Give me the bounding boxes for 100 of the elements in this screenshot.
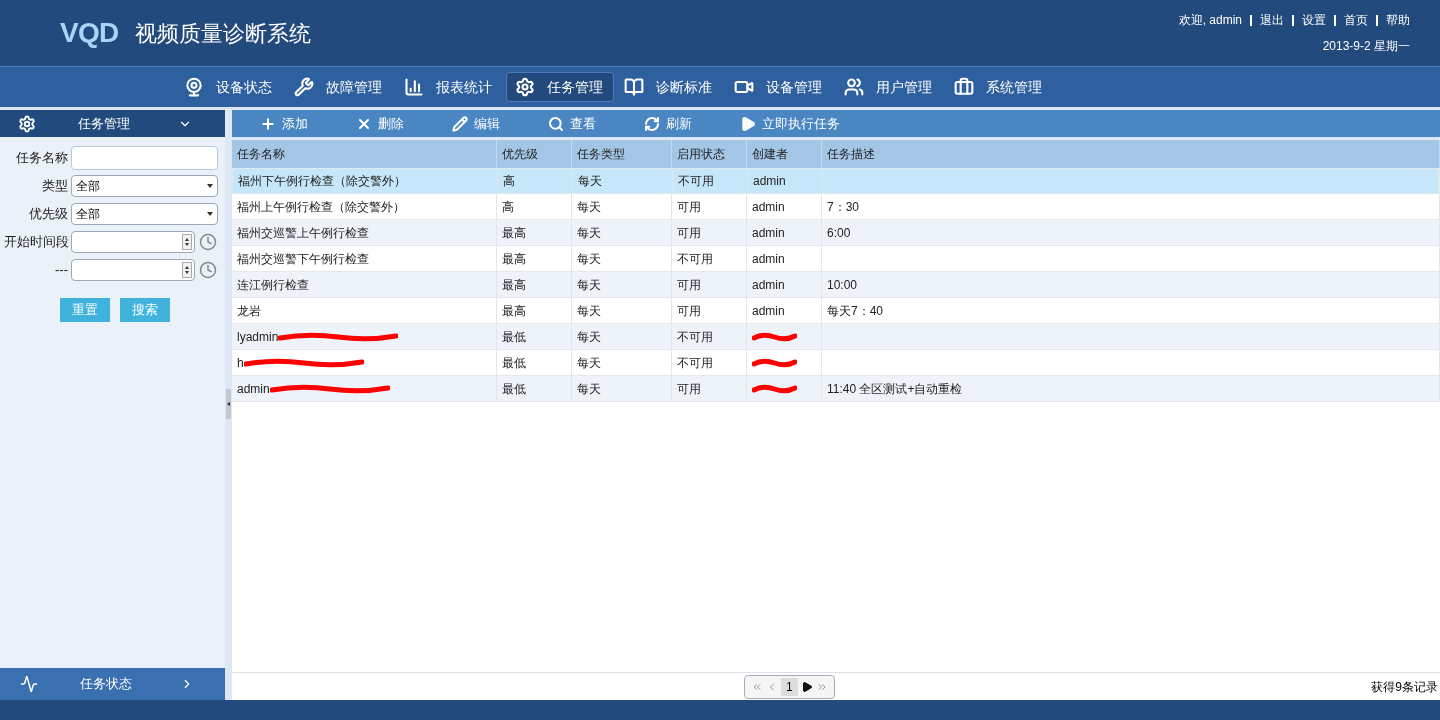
table-cell-text: 最高 xyxy=(502,224,526,242)
page-number[interactable]: 1 xyxy=(781,677,798,696)
field-label: 任务名称 xyxy=(15,149,68,168)
sidebar-footer[interactable]: 任务状态 xyxy=(0,668,225,700)
nav-tab[interactable]: 任务管理 xyxy=(506,72,614,102)
field-label: --- xyxy=(54,261,68,280)
table-cell-text: admin xyxy=(752,276,785,294)
gear-icon xyxy=(515,77,535,97)
wrench-icon xyxy=(294,77,314,97)
caret-icon xyxy=(207,212,213,216)
nav-tab[interactable]: 报表统计 xyxy=(396,72,504,102)
table-cell-text: 高 xyxy=(502,198,514,216)
redaction-mark xyxy=(752,357,797,368)
field-label: 开始时间段 xyxy=(4,233,68,252)
table-cell-text: 6:00 xyxy=(827,224,851,242)
table-cell-text: 每天 xyxy=(577,354,601,372)
table-row[interactable]: 福州交巡警上午例行检查 最高 每天 可用 admin 6:00 xyxy=(232,220,1440,246)
nav-tab[interactable]: 诊断标准 xyxy=(616,72,724,102)
nav-tab[interactable]: 用户管理 xyxy=(836,72,944,102)
briefcase-icon xyxy=(954,77,974,97)
refresh-icon xyxy=(644,115,660,132)
clock-icon[interactable] xyxy=(199,261,217,279)
table-row[interactable]: 福州下午例行检查（除交警外） 高 每天 不可用 admin xyxy=(232,168,1440,194)
table-cell-text: 10:00 xyxy=(827,276,858,294)
table-cell-text: 最低 xyxy=(502,354,526,372)
table-cell-text: 每天 xyxy=(578,173,602,190)
table-cell-text: 每天 xyxy=(577,224,601,242)
table-cell-text: admin xyxy=(752,302,785,320)
toolbar-button[interactable]: 刷新 xyxy=(644,113,692,134)
nav-tab[interactable]: 设备状态 xyxy=(176,72,284,102)
toolbar-button[interactable]: 编辑 xyxy=(452,113,500,134)
webcam-icon xyxy=(184,77,204,97)
play-icon xyxy=(740,115,756,132)
nav-tab[interactable]: 系统管理 xyxy=(946,72,1054,102)
header-link[interactable]: 退出 xyxy=(1260,11,1284,29)
date-text: 2013-9-2 星期一 xyxy=(1322,38,1410,55)
table-row[interactable]: admin 最低 每天 可用 11:40 全区测试+自动重检 xyxy=(232,376,1440,402)
dropdown[interactable]: 全部 xyxy=(71,203,218,225)
table-row[interactable]: 福州上午例行检查（除交警外） 高 每天 可用 admin 7：30 xyxy=(232,194,1440,220)
header-link[interactable]: 设置 xyxy=(1302,11,1326,29)
table-cell-text: 不可用 xyxy=(677,250,713,268)
input-field[interactable] xyxy=(71,146,218,170)
table-cell-text: 每天 xyxy=(577,250,601,268)
spinner-icon xyxy=(182,262,192,278)
toolbar-button[interactable]: 添加 xyxy=(260,113,308,134)
table-cell-text: 最低 xyxy=(502,380,526,398)
table-cell-text: admin xyxy=(237,380,270,398)
clock-icon[interactable] xyxy=(199,233,217,251)
pencil-icon xyxy=(452,115,468,132)
sidebar-header[interactable]: 任务管理 xyxy=(0,110,225,137)
header-link[interactable]: 欢迎, admin xyxy=(1178,11,1242,29)
nav-tab[interactable]: 设备管理 xyxy=(726,72,834,102)
table-cell-text: 每天 xyxy=(577,198,601,216)
table-cell-text: admin xyxy=(752,198,785,216)
table-cell-text: 最高 xyxy=(502,302,526,320)
redaction-mark xyxy=(752,383,797,394)
table-cell-text: 可用 xyxy=(677,380,701,398)
table-cell-text: 最高 xyxy=(502,276,526,294)
table-cell-text: 最高 xyxy=(502,250,526,268)
table-cell-text: 可用 xyxy=(677,198,701,216)
toolbar-button[interactable]: 查看 xyxy=(548,113,596,134)
table-cell-text: 高 xyxy=(503,173,515,190)
table-cell-text: 每天 xyxy=(577,380,601,398)
table-cell-text: 最低 xyxy=(502,328,526,346)
table-cell-text: 每天 xyxy=(577,328,601,346)
table-cell-text: 福州交巡警上午例行检查 xyxy=(237,224,369,242)
table-cell-text: 可用 xyxy=(677,302,701,320)
users-icon xyxy=(844,77,864,97)
dropdown[interactable]: 全部 xyxy=(71,175,218,197)
table-cell-text: 连江例行检查 xyxy=(237,276,309,294)
table-cell-text: 每天7：40 xyxy=(827,302,884,320)
table-row[interactable]: 福州交巡警下午例行检查 最高 每天 不可用 admin xyxy=(232,246,1440,272)
pulse-icon xyxy=(20,675,38,693)
table-row[interactable]: 龙岩 最高 每天 可用 admin 每天7：40 xyxy=(232,298,1440,324)
time-field[interactable] xyxy=(71,259,195,281)
table-cell-text: admin xyxy=(752,224,785,242)
spinner-icon xyxy=(182,234,192,250)
next-page-icon[interactable] xyxy=(800,680,813,693)
book-icon xyxy=(624,77,644,97)
table-row[interactable]: 连江例行检查 最高 每天 可用 admin 10:00 xyxy=(232,272,1440,298)
field-label: 类型 xyxy=(41,177,68,196)
table-cell-text: 7：30 xyxy=(827,198,860,216)
table-cell-text: lyadmin xyxy=(237,328,279,346)
search-icon xyxy=(548,115,564,132)
table-cell-text: 龙岩 xyxy=(237,302,261,320)
toolbar-button[interactable]: 删除 xyxy=(356,113,404,134)
time-field[interactable] xyxy=(71,231,195,253)
toolbar-button[interactable]: 立即执行任务 xyxy=(740,113,840,134)
table-cell-text: 不可用 xyxy=(678,173,714,190)
table-cell-text: 不可用 xyxy=(677,354,713,372)
table-row[interactable]: lyadmin 最低 每天 不可用 xyxy=(232,324,1440,350)
nav-tab[interactable]: 故障管理 xyxy=(286,72,394,102)
table-row[interactable]: h 最低 每天 不可用 xyxy=(232,350,1440,376)
header-link[interactable]: 帮助 xyxy=(1386,11,1410,29)
record-count: 获得9条记录 xyxy=(1371,678,1438,696)
table-cell-text: 11:40 全区测试+自动重检 xyxy=(827,380,963,398)
caret-icon xyxy=(207,184,213,188)
table-cell-text: 不可用 xyxy=(677,328,713,346)
table-cell-text: 可用 xyxy=(677,224,701,242)
header-link[interactable]: 首页 xyxy=(1344,11,1368,29)
